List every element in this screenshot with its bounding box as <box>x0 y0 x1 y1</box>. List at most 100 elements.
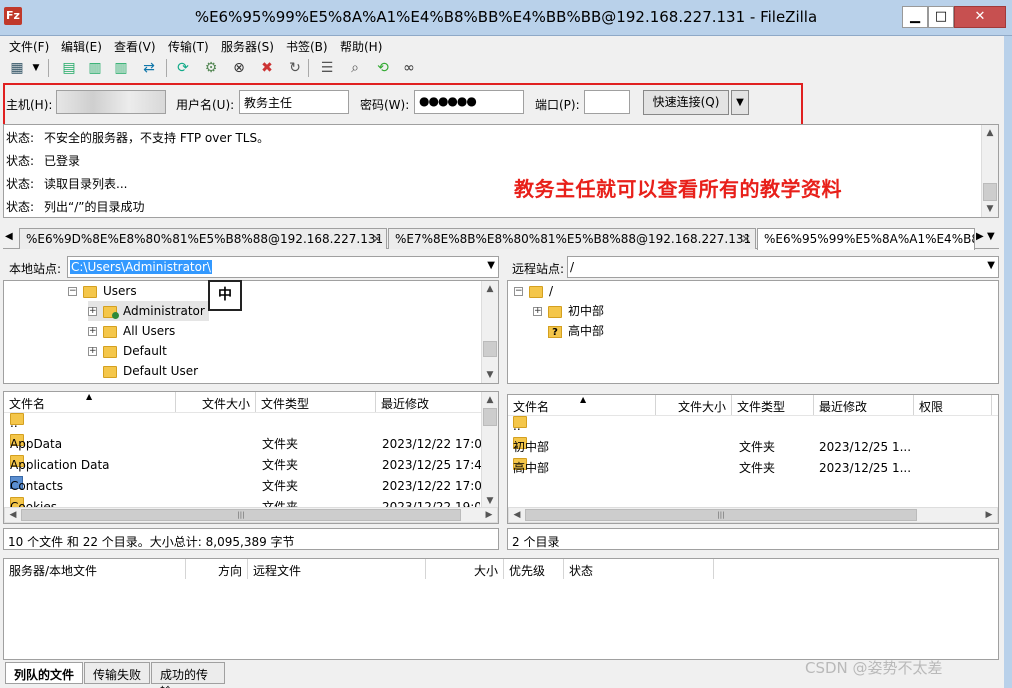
tab-failed-transfers[interactable]: 传输失败 <box>84 662 150 684</box>
scroll-left-icon[interactable]: ◀ <box>5 508 21 522</box>
maximize-button[interactable]: □ <box>928 6 954 28</box>
collapse-icon[interactable]: − <box>68 287 77 296</box>
scroll-thumb[interactable] <box>483 408 497 426</box>
scroll-up-icon[interactable]: ▲ <box>482 281 498 297</box>
local-files-hscrollbar[interactable]: ◀ ||| ▶ <box>4 507 498 523</box>
col-filetype[interactable]: 文件类型 <box>256 392 376 412</box>
tab-connection[interactable]: %E6%9D%8E%E8%80%81%E5%B8%88@192.168.227.… <box>19 228 387 249</box>
scroll-thumb[interactable]: ||| <box>21 509 461 521</box>
minimize-button[interactable]: ▁ <box>902 6 928 28</box>
expand-icon[interactable]: + <box>88 347 97 356</box>
close-tab-icon[interactable]: ✕ <box>741 232 751 246</box>
reconnect-icon[interactable]: ↻ <box>284 57 306 79</box>
scroll-up-icon[interactable]: ▲ <box>482 392 498 408</box>
search-remote-icon[interactable]: ∞ <box>398 57 420 79</box>
col-server-local-file[interactable]: 服务器/本地文件 <box>4 559 186 579</box>
toggle-local-tree-icon[interactable]: ▥ <box>84 57 106 79</box>
menu-transfer[interactable]: 传输(T) <box>168 38 209 55</box>
tab-connection-active[interactable]: %E6%95%99%E5%8A%A1%E4%B8%BB%E4%BB%BB@192… <box>757 228 975 250</box>
tab-successful-transfers[interactable]: 成功的传输 <box>151 662 225 688</box>
col-direction[interactable]: 方向 <box>186 559 248 579</box>
file-row[interactable]: .. <box>513 416 993 437</box>
ime-indicator: 中 <box>208 280 242 311</box>
local-file-list: 文件名 ▲ 文件大小 文件类型 最近修改 .. AppData 文件夹 2023/1… <box>3 391 499 524</box>
tab-scroll-left-icon[interactable]: ◀ <box>5 231 13 242</box>
menu-bookmarks[interactable]: 书签(B) <box>286 38 328 55</box>
folder-icon <box>529 285 543 298</box>
file-row[interactable]: Application Data 文件夹 2023/12/25 17:4... <box>10 455 493 476</box>
file-row[interactable]: 高中部 文件夹 2023/12/25 1... <box>513 458 993 479</box>
tab-list-icon[interactable]: ▼ <box>987 231 995 242</box>
chevron-down-icon[interactable]: ▼ <box>487 260 495 271</box>
collapse-icon[interactable]: − <box>514 287 523 296</box>
scroll-thumb[interactable] <box>983 183 997 201</box>
remote-files-hscrollbar[interactable]: ◀ ||| ▶ <box>508 507 998 523</box>
process-queue-icon[interactable]: ⚙ <box>200 57 222 79</box>
menu-server[interactable]: 服务器(S) <box>221 38 274 55</box>
tab-connection[interactable]: %E7%8E%8B%E8%80%81%E5%B8%88@192.168.227.… <box>388 228 756 249</box>
menu-view[interactable]: 查看(V) <box>114 38 156 55</box>
remote-path-input[interactable]: / ▼ <box>567 256 999 278</box>
scroll-right-icon[interactable]: ▶ <box>481 508 497 522</box>
close-button[interactable]: ✕ <box>954 6 1006 28</box>
col-filesize[interactable]: 文件大小 <box>656 395 732 415</box>
close-tab-icon[interactable]: ✕ <box>372 232 382 246</box>
tree-node-selected[interactable]: + Administrator <box>88 301 209 321</box>
scroll-right-icon[interactable]: ▶ <box>981 508 997 522</box>
scroll-thumb[interactable]: ||| <box>525 509 917 521</box>
local-path-input[interactable]: C:\Users\Administrator\ ▼ <box>67 256 499 278</box>
tree-node[interactable]: − Users <box>68 281 137 301</box>
site-manager-icon[interactable]: ▦ <box>6 57 28 79</box>
local-tree-scrollbar[interactable]: ▲ ▼ <box>481 281 498 383</box>
file-row[interactable]: Contacts 文件夹 2023/12/22 17:0... <box>10 476 493 497</box>
expand-icon[interactable]: + <box>533 307 542 316</box>
local-files-scrollbar[interactable]: ▲ ▼ <box>481 392 498 509</box>
tree-node[interactable]: + Default <box>88 341 167 361</box>
toggle-log-icon[interactable]: ▤ <box>58 57 80 79</box>
scroll-left-icon[interactable]: ◀ <box>509 508 525 522</box>
col-size[interactable]: 大小 <box>426 559 504 579</box>
file-row[interactable]: AppData 文件夹 2023/12/22 17:0... <box>10 434 493 455</box>
tab-scroll-right-icon[interactable]: ▶ <box>976 231 984 242</box>
toggle-queue-icon[interactable]: ⇄ <box>138 57 160 79</box>
tree-node[interactable]: + All Users <box>88 321 175 341</box>
col-filesize[interactable]: 文件大小 <box>176 392 256 412</box>
menu-file[interactable]: 文件(F) <box>9 38 49 55</box>
local-column-headers: 文件名 ▲ 文件大小 文件类型 最近修改 <box>4 392 498 413</box>
window-title: %E6%95%99%E5%8A%A1%E4%B8%BB%E4%BB%BB@192… <box>194 8 818 26</box>
chevron-down-icon[interactable]: ▼ <box>987 260 995 271</box>
scroll-down-icon[interactable]: ▼ <box>982 201 998 217</box>
file-row[interactable]: 初中部 文件夹 2023/12/25 1... <box>513 437 993 458</box>
toggle-remote-tree-icon[interactable]: ▥ <box>110 57 132 79</box>
col-remote-file[interactable]: 远程文件 <box>248 559 426 579</box>
site-manager-dropdown-icon[interactable]: ▼ <box>30 57 42 79</box>
cancel-icon[interactable]: ⊗ <box>228 57 250 79</box>
tab-queued-files[interactable]: 列队的文件 <box>5 662 83 684</box>
directory-filter-icon[interactable]: ☰ <box>316 57 338 79</box>
dir-compare-icon[interactable]: ⌕ <box>344 57 366 79</box>
col-filetype[interactable]: 文件类型 <box>732 395 814 415</box>
sync-browse-icon[interactable]: ⟲ <box>372 57 394 79</box>
menu-edit[interactable]: 编辑(E) <box>61 38 102 55</box>
menu-help[interactable]: 帮助(H) <box>340 38 382 55</box>
col-modified[interactable]: 最近修改 <box>376 392 482 412</box>
col-status[interactable]: 状态 <box>564 559 714 579</box>
folder-icon <box>103 325 117 338</box>
refresh-icon[interactable]: ⟳ <box>172 57 194 79</box>
file-row[interactable]: .. <box>10 413 480 434</box>
tree-node[interactable]: ? 高中部 <box>548 321 604 341</box>
col-priority[interactable]: 优先级 <box>504 559 564 579</box>
tree-node[interactable]: + 初中部 <box>533 301 604 321</box>
scroll-thumb[interactable] <box>483 341 497 357</box>
scroll-down-icon[interactable]: ▼ <box>482 367 498 383</box>
expand-icon[interactable]: + <box>88 307 97 316</box>
col-permissions[interactable]: 权限 <box>914 395 992 415</box>
title-bar: Fz %E6%95%99%E5%8A%A1%E4%B8%BB%E4%BB%BB@… <box>0 0 1012 36</box>
scroll-up-icon[interactable]: ▲ <box>982 125 998 141</box>
tree-node[interactable]: − / <box>514 281 553 301</box>
log-scrollbar[interactable]: ▲ ▼ <box>981 125 998 217</box>
col-modified[interactable]: 最近修改 <box>814 395 914 415</box>
expand-icon[interactable]: + <box>88 327 97 336</box>
tree-node[interactable]: Default User <box>103 361 198 381</box>
disconnect-icon[interactable]: ✖ <box>256 57 278 79</box>
